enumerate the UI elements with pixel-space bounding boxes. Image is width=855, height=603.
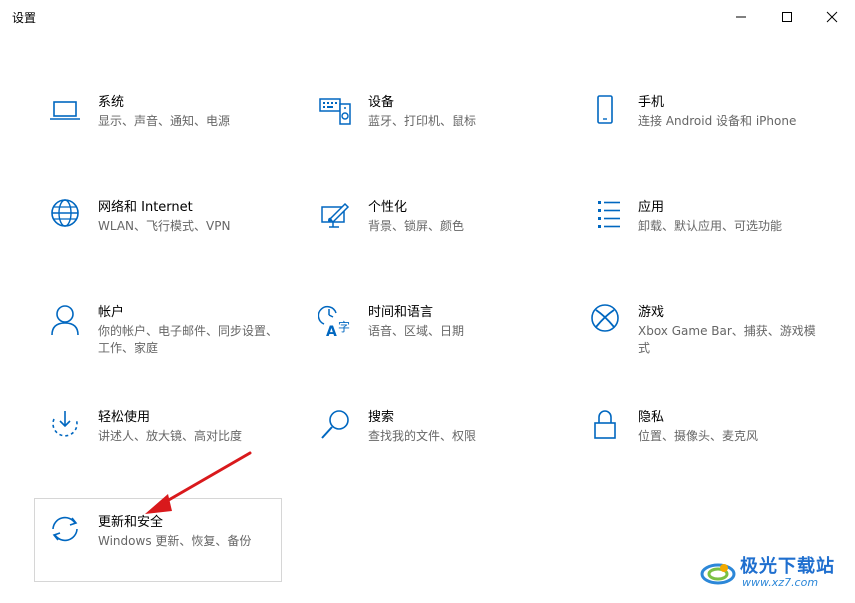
tile-description: 讲述人、放大镜、高对比度	[98, 429, 243, 443]
tile-description: 卸载、默认应用、可选功能	[638, 219, 783, 233]
paint-icon	[318, 199, 352, 233]
tile-name: 隐私	[638, 410, 665, 425]
keyboard-speaker-icon	[318, 94, 352, 128]
minimize-icon	[736, 16, 746, 18]
tile-description: 查找我的文件、权限	[368, 429, 477, 443]
aurora-logo-icon	[700, 563, 736, 585]
tile-phone[interactable]: 手机 连接 Android 设备和 iPhone	[578, 94, 828, 176]
tile-description: 背景、锁屏、颜色	[368, 219, 465, 233]
window-title: 设置	[12, 11, 37, 25]
lock-icon	[588, 409, 622, 443]
tile-description: 蓝牙、打印机、鼠标	[368, 114, 477, 128]
watermark: 极光下载站 www.xz7.com	[698, 548, 848, 598]
tile-time-language[interactable]: A字 时间和语言 语音、区域、日期	[308, 304, 558, 386]
tile-apps[interactable]: 应用 卸载、默认应用、可选功能	[578, 199, 828, 281]
tile-name: 应用	[638, 200, 665, 215]
sync-icon	[48, 514, 82, 548]
tile-description: 显示、声音、通知、电源	[98, 114, 231, 128]
tile-name: 手机	[638, 95, 665, 110]
tile-update-security[interactable]: 更新和安全 Windows 更新、恢复、备份	[38, 514, 288, 596]
ease-of-access-icon	[48, 409, 82, 443]
tile-description: 语音、区域、日期	[368, 324, 465, 338]
tile-description: Xbox Game Bar、捕获、游戏模式	[638, 324, 816, 355]
tile-network[interactable]: 网络和 Internet WLAN、飞行模式、VPN	[38, 199, 288, 281]
time-language-icon: A字	[317, 304, 352, 340]
tile-description: 位置、摄像头、麦克风	[638, 429, 759, 443]
tile-description: Windows 更新、恢复、备份	[98, 534, 252, 548]
watermark-brand: 极光下载站	[740, 556, 835, 577]
svg-text:A: A	[326, 324, 337, 338]
app-list-icon	[588, 199, 622, 233]
tile-name: 帐户	[98, 305, 125, 320]
globe-icon	[48, 199, 82, 233]
tile-name: 个性化	[368, 200, 408, 215]
phone-icon	[588, 94, 622, 128]
tile-search[interactable]: 搜索 查找我的文件、权限	[308, 409, 558, 491]
close-icon	[826, 11, 838, 23]
tile-ease-of-access[interactable]: 轻松使用 讲述人、放大镜、高对比度	[38, 409, 288, 491]
search-icon	[318, 409, 352, 443]
close-button[interactable]	[809, 0, 855, 34]
maximize-button[interactable]	[764, 0, 810, 34]
tile-name: 网络和 Internet	[98, 200, 193, 215]
laptop-icon	[48, 94, 82, 128]
tile-accounts[interactable]: 帐户 你的帐户、电子邮件、同步设置、工作、家庭	[38, 304, 288, 386]
tile-gaming[interactable]: 游戏 Xbox Game Bar、捕获、游戏模式	[578, 304, 828, 386]
tile-name: 更新和安全	[98, 515, 164, 530]
tile-name: 系统	[98, 95, 125, 110]
tile-system[interactable]: 系统 显示、声音、通知、电源	[38, 94, 288, 176]
tile-privacy[interactable]: 隐私 位置、摄像头、麦克风	[578, 409, 828, 491]
maximize-icon	[782, 12, 792, 22]
watermark-url: www.xz7.com	[742, 576, 819, 589]
tile-personalization[interactable]: 个性化 背景、锁屏、颜色	[308, 199, 558, 281]
tile-name: 轻松使用	[98, 410, 151, 425]
tile-description: WLAN、飞行模式、VPN	[98, 219, 231, 233]
minimize-button[interactable]	[718, 0, 764, 34]
tile-name: 搜索	[368, 410, 395, 425]
xbox-icon	[588, 304, 622, 338]
tile-name: 设备	[368, 95, 395, 110]
tile-description: 连接 Android 设备和 iPhone	[638, 114, 797, 128]
tile-devices[interactable]: 设备 蓝牙、打印机、鼠标	[308, 94, 558, 176]
tile-name: 游戏	[638, 305, 665, 320]
person-icon	[48, 304, 82, 338]
svg-text:字: 字	[338, 319, 350, 334]
tile-name: 时间和语言	[368, 305, 434, 320]
tile-description: 你的帐户、电子邮件、同步设置、工作、家庭	[98, 324, 279, 355]
title-bar: 设置	[0, 0, 855, 34]
